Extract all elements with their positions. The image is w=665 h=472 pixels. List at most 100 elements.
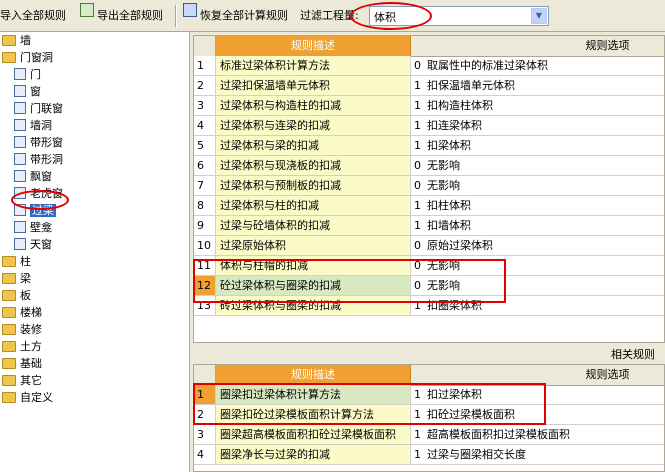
tree-item[interactable]: 带形洞 bbox=[14, 151, 63, 168]
rules-grid[interactable]: 规则描述 规则选项 1 标准过梁体积计算方法 0 取属性中的标准过梁体积 2 过梁扣保温墙… bbox=[193, 35, 665, 343]
component-icon bbox=[14, 119, 26, 131]
tree-item[interactable]: 飘窗 bbox=[14, 168, 52, 185]
table-row[interactable]: 4 过梁体积与连梁的扣减 1 扣连梁体积 bbox=[194, 116, 664, 136]
rule-option[interactable]: 扣构造柱体积 bbox=[425, 96, 493, 115]
table-row[interactable]: 2 过梁扣保温墙单元体积 1 扣保温墙单元体积 bbox=[194, 76, 664, 96]
component-icon bbox=[14, 85, 26, 97]
component-icon bbox=[14, 238, 26, 250]
table-row[interactable]: 10 过梁原始体积 0 原始过梁体积 bbox=[194, 236, 664, 256]
rule-value: 0 bbox=[414, 239, 421, 252]
table-row[interactable]: 3 圈梁超高模板面积扣砼过梁模板面积 1 超高模板面积扣过梁模板面积 bbox=[194, 425, 664, 445]
tree-item[interactable]: 土方 bbox=[2, 338, 42, 355]
tree-item-label: 墙 bbox=[20, 34, 31, 47]
rule-description: 过梁与砼墙体积的扣减 bbox=[216, 216, 411, 235]
tree-item-label: 门窗洞 bbox=[20, 51, 53, 64]
rule-option[interactable]: 扣保温墙单元体积 bbox=[425, 76, 515, 95]
rule-value: 0 bbox=[414, 279, 421, 292]
rule-option[interactable]: 过梁与圈梁相交长度 bbox=[425, 445, 526, 464]
rule-option[interactable]: 无影响 bbox=[425, 176, 460, 195]
tree-item[interactable]: 老虎窗 bbox=[14, 185, 63, 202]
chevron-down-icon[interactable]: ▼ bbox=[531, 8, 547, 24]
tree-item[interactable]: 门窗洞 bbox=[2, 49, 53, 66]
filter-value: 体积 bbox=[374, 11, 396, 24]
table-row[interactable]: 1 圈梁扣过梁体积计算方法 1 扣过梁体积 bbox=[194, 385, 664, 405]
tree-item[interactable]: 楼梯 bbox=[2, 304, 42, 321]
component-icon bbox=[14, 68, 26, 80]
related-rules-grid[interactable]: 规则描述 规则选项 1 圈梁扣过梁体积计算方法 1 扣过梁体积 2 圈梁扣砼过梁模板面积计… bbox=[193, 364, 665, 472]
table-row[interactable]: 12 砼过梁体积与圈梁的扣减 0 无影响 bbox=[194, 276, 664, 296]
table-row[interactable]: 5 过梁体积与梁的扣减 1 扣梁体积 bbox=[194, 136, 664, 156]
table-row[interactable]: 13 砖过梁体积与圈梁的扣减 1 扣圈梁体积 bbox=[194, 296, 664, 316]
table-row[interactable]: 4 圈梁净长与过梁的扣减 1 过梁与圈梁相交长度 bbox=[194, 445, 664, 465]
tree-item[interactable]: 门 bbox=[14, 66, 41, 83]
export-all-rules-button[interactable]: 导出全部规则 bbox=[97, 6, 163, 26]
restore-all-rules-button[interactable]: 恢复全部计算规则 bbox=[200, 6, 288, 26]
row-number: 12 bbox=[194, 276, 216, 295]
tree-item-label: 板 bbox=[20, 289, 31, 302]
rule-option[interactable]: 取属性中的标准过梁体积 bbox=[425, 56, 548, 75]
column-header-description: 规则描述 bbox=[216, 36, 411, 56]
table-row[interactable]: 9 过梁与砼墙体积的扣减 1 扣墙体积 bbox=[194, 216, 664, 236]
tree-item[interactable]: 壁龛 bbox=[14, 219, 52, 236]
row-number: 13 bbox=[194, 296, 216, 315]
table-row[interactable]: 1 标准过梁体积计算方法 0 取属性中的标准过梁体积 bbox=[194, 56, 664, 76]
row-number: 4 bbox=[194, 445, 216, 464]
table-row[interactable]: 11 体积与柱帽的扣减 0 无影响 bbox=[194, 256, 664, 276]
row-number: 2 bbox=[194, 76, 216, 95]
rule-description: 圈梁扣过梁体积计算方法 bbox=[216, 385, 411, 404]
rule-description: 砼过梁体积与圈梁的扣减 bbox=[216, 276, 411, 295]
rule-value: 1 bbox=[414, 408, 421, 421]
table-row[interactable]: 6 过梁体积与现浇板的扣减 0 无影响 bbox=[194, 156, 664, 176]
filter-label: 过滤工程量: bbox=[300, 6, 359, 26]
folder-icon bbox=[2, 374, 16, 386]
rule-option[interactable]: 扣砼过梁模板面积 bbox=[425, 405, 515, 424]
rule-description: 过梁体积与梁的扣减 bbox=[216, 136, 411, 155]
rule-option[interactable]: 超高模板面积扣过梁模板面积 bbox=[425, 425, 570, 444]
tree-item[interactable]: 梁 bbox=[2, 270, 31, 287]
rule-option[interactable]: 扣梁体积 bbox=[425, 136, 471, 155]
tree-item[interactable]: 自定义 bbox=[2, 389, 53, 406]
tree-item[interactable]: 其它 bbox=[2, 372, 42, 389]
rule-description: 过梁体积与柱的扣减 bbox=[216, 196, 411, 215]
tree-item[interactable]: 柱 bbox=[2, 253, 31, 270]
tree-item[interactable]: 墙洞 bbox=[14, 117, 52, 134]
tree-item[interactable]: 基础 bbox=[2, 355, 42, 372]
tree-item[interactable]: 过梁 bbox=[14, 202, 56, 219]
rule-option[interactable]: 无影响 bbox=[425, 276, 460, 295]
rule-option[interactable]: 扣圈梁体积 bbox=[425, 296, 482, 315]
tree-item[interactable]: 板 bbox=[2, 287, 31, 304]
rule-option[interactable]: 扣连梁体积 bbox=[425, 116, 482, 135]
grid-corner bbox=[194, 365, 216, 385]
tree-item[interactable]: 带形窗 bbox=[14, 134, 63, 151]
tree-item[interactable]: 墙 bbox=[2, 32, 31, 49]
rule-option[interactable]: 原始过梁体积 bbox=[425, 236, 493, 255]
folder-icon bbox=[2, 340, 16, 352]
rule-option[interactable]: 扣墙体积 bbox=[425, 216, 471, 235]
tree-item[interactable]: 门联窗 bbox=[14, 100, 63, 117]
component-icon bbox=[14, 187, 26, 199]
rule-value: 1 bbox=[414, 448, 421, 461]
table-row[interactable]: 7 过梁体积与预制板的扣减 0 无影响 bbox=[194, 176, 664, 196]
tree-item[interactable]: 天窗 bbox=[14, 236, 52, 253]
filter-quantity-select[interactable]: 体积 ▼ bbox=[369, 6, 549, 26]
folder-icon bbox=[2, 357, 16, 369]
import-all-rules-button[interactable]: 导入全部规则 bbox=[0, 6, 66, 26]
tree-item[interactable]: 装修 bbox=[2, 321, 42, 338]
rule-value: 1 bbox=[414, 199, 421, 212]
rule-value: 0 bbox=[414, 159, 421, 172]
folder-icon bbox=[2, 255, 16, 267]
rule-description: 圈梁净长与过梁的扣减 bbox=[216, 445, 411, 464]
table-row[interactable]: 2 圈梁扣砼过梁模板面积计算方法 1 扣砼过梁模板面积 bbox=[194, 405, 664, 425]
component-tree[interactable]: 墙门窗洞门窗门联窗 墙洞 带形窗 带形洞 飘窗 老虎窗 过梁 壁龛 天窗柱梁板楼梯 装修 土方 基础其… bbox=[0, 32, 190, 472]
rule-option[interactable]: 扣柱体积 bbox=[425, 196, 471, 215]
tree-item[interactable]: 窗 bbox=[14, 83, 41, 100]
rule-option[interactable]: 扣过梁体积 bbox=[425, 385, 482, 404]
rule-option[interactable]: 无影响 bbox=[425, 256, 460, 275]
table-row[interactable]: 8 过梁体积与柱的扣减 1 扣柱体积 bbox=[194, 196, 664, 216]
row-number: 7 bbox=[194, 176, 216, 195]
row-number: 3 bbox=[194, 96, 216, 115]
folder-icon bbox=[2, 51, 16, 63]
rule-option[interactable]: 无影响 bbox=[425, 156, 460, 175]
table-row[interactable]: 3 过梁体积与构造柱的扣减 1 扣构造柱体积 bbox=[194, 96, 664, 116]
row-number: 11 bbox=[194, 256, 216, 275]
